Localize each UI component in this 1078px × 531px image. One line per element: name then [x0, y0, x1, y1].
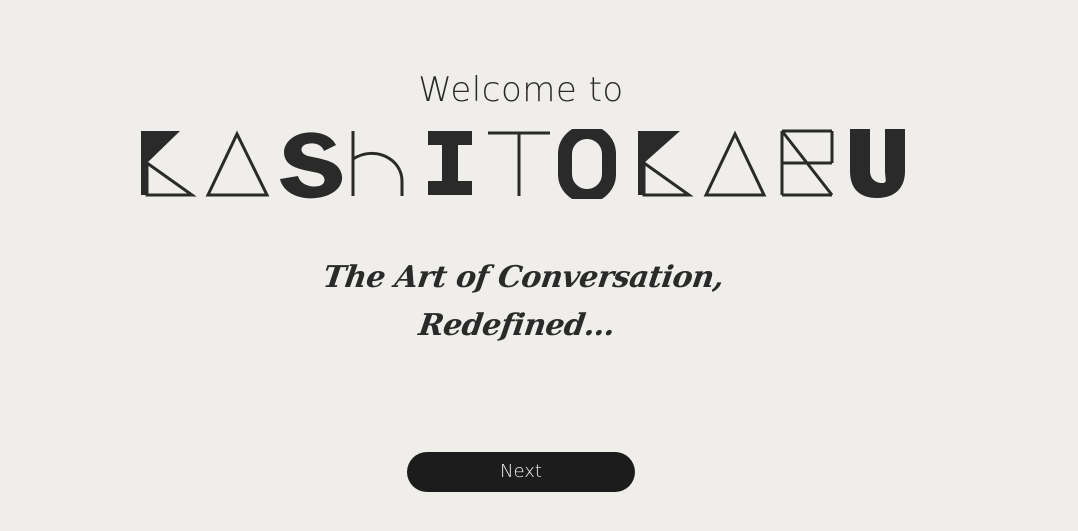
logo-letter-i: [428, 131, 472, 195]
logo-letter-o: [558, 129, 616, 199]
logo-letter-r: [780, 129, 834, 197]
tagline: The Art of Conversation, Redefined...: [293, 254, 746, 350]
tagline-line-2: Redefined...: [416, 308, 617, 343]
logo-letter-a1: [205, 130, 270, 197]
logo-letter-k1: [141, 131, 197, 197]
logo-letter-s: [280, 132, 343, 199]
welcome-heading: Welcome to: [418, 70, 624, 110]
welcome-screen: Welcome to The Art of Conversation, Rede…: [0, 0, 1078, 531]
logo-letter-k2: [638, 131, 694, 197]
logo-letter-u: [850, 129, 905, 198]
next-button[interactable]: Next: [407, 452, 635, 492]
logo-letter-h1: [351, 131, 404, 196]
brand-logo: [140, 129, 906, 199]
logo-letter-t: [488, 131, 550, 196]
tagline-line-1: The Art of Conversation,: [320, 260, 727, 295]
logo-letter-a2: [703, 130, 767, 197]
